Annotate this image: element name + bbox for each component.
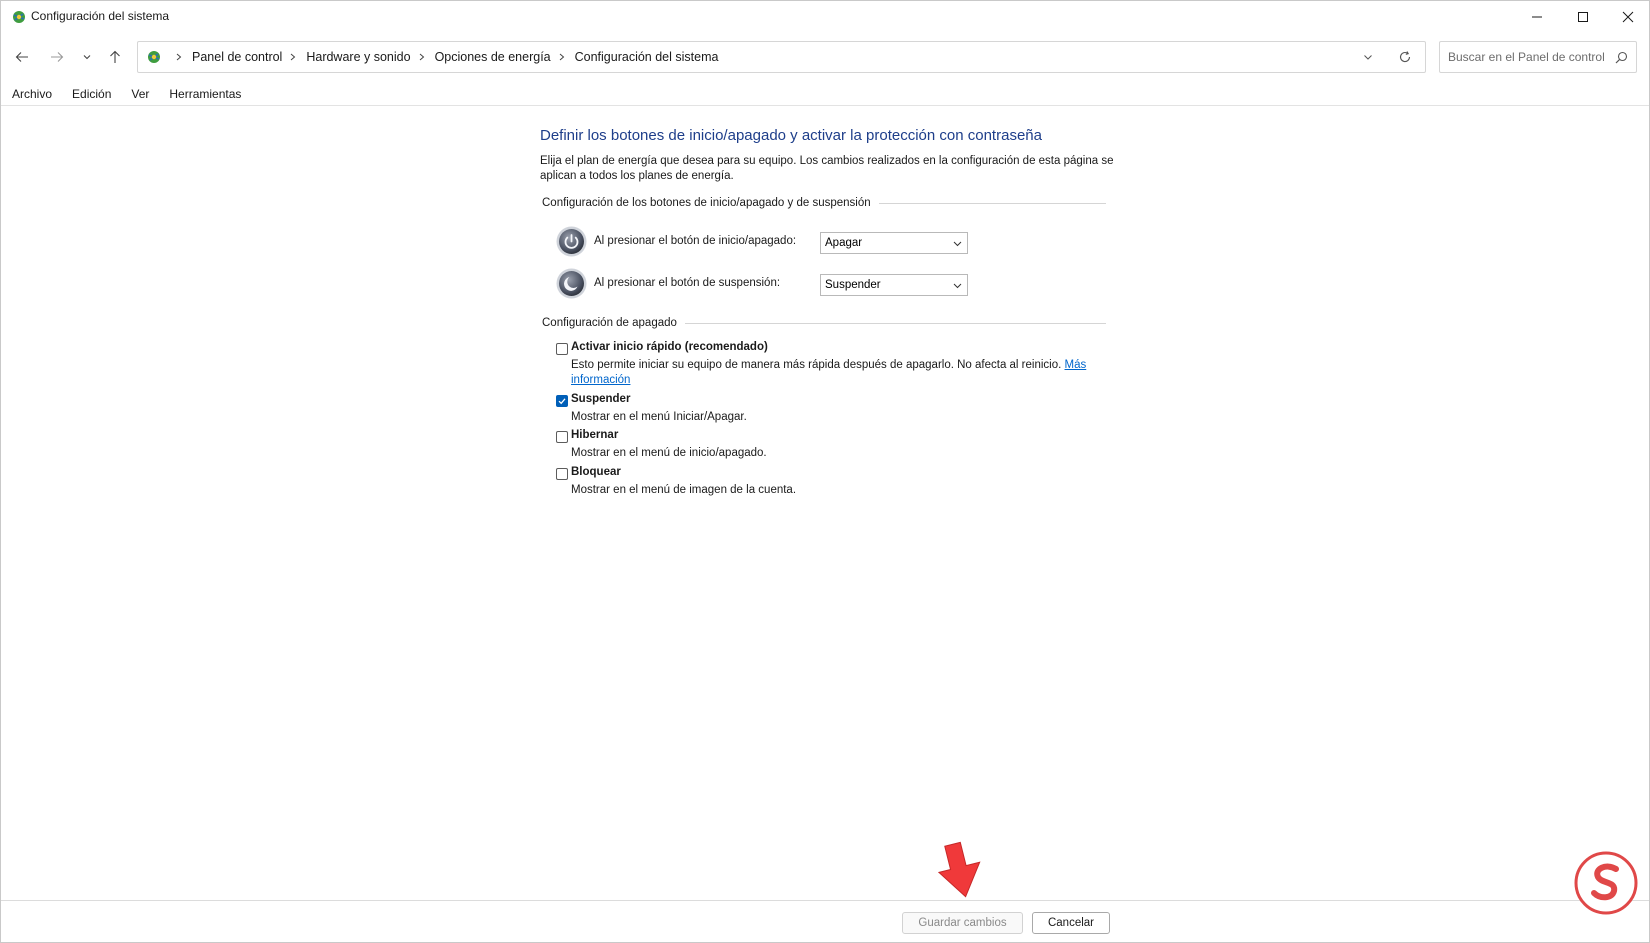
power-button-select-value: Apagar [825, 237, 863, 249]
breadcrumb-item-configuracion-del-sistema[interactable]: Configuración del sistema [575, 50, 719, 64]
search-box [1439, 41, 1637, 73]
fast-startup-description: Esto permite iniciar su equipo de manera… [571, 358, 1091, 388]
sleep-button-select-value: Suspender [825, 279, 881, 291]
shutdown-group-heading-text: Configuración de apagado [542, 317, 677, 329]
buttons-group-heading-text: Configuración de los botones de inicio/a… [542, 197, 871, 209]
watermark-logo-icon [1574, 851, 1638, 915]
refresh-icon[interactable] [1398, 50, 1412, 64]
breadcrumb-item-hardware-y-sonido[interactable]: Hardware y sonido [306, 50, 410, 64]
arrow-down-icon [937, 841, 981, 898]
minimize-button[interactable] [1514, 1, 1560, 33]
minimize-icon [1532, 16, 1542, 18]
sleep-title: Suspender [571, 393, 631, 405]
control-panel-icon [13, 11, 25, 23]
chevron-right-icon [289, 52, 299, 62]
breadcrumb: Panel de control Hardware y sonido Opcio… [168, 42, 718, 72]
maximize-button[interactable] [1560, 1, 1606, 33]
menu-herramientas[interactable]: Herramientas [159, 87, 251, 105]
divider [878, 202, 1106, 204]
search-input[interactable] [1448, 48, 1608, 66]
control-panel-icon [148, 51, 160, 63]
chevron-down-icon [953, 283, 962, 289]
footer-divider [1, 900, 1649, 901]
hibernate-title: Hibernar [571, 429, 619, 441]
sleep-button-label: Al presionar el botón de suspensión: [594, 277, 781, 289]
chevron-right-icon [558, 52, 568, 62]
window-title: Configuración del sistema [31, 9, 170, 23]
hibernate-checkbox[interactable] [556, 431, 568, 443]
menu-edicion[interactable]: Edición [62, 87, 121, 105]
close-icon [1622, 11, 1634, 23]
chevron-down-icon [83, 55, 91, 60]
menu-divider [1, 105, 1649, 106]
lock-title: Bloquear [571, 466, 621, 478]
fast-startup-title: Activar inicio rápido (recomendado) [571, 341, 768, 353]
chevron-right-icon [175, 52, 185, 62]
maximize-icon [1578, 12, 1588, 22]
up-button[interactable] [105, 47, 125, 67]
page-title: Definir los botones de inicio/apagado y … [540, 127, 1042, 144]
address-bar[interactable]: Panel de control Hardware y sonido Opcio… [137, 41, 1426, 73]
forward-button[interactable] [47, 47, 67, 67]
sleep-description: Mostrar en el menú Iniciar/Apagar. [571, 411, 747, 423]
divider [684, 322, 1106, 324]
save-changes-button[interactable]: Guardar cambios [902, 912, 1023, 934]
power-button-select[interactable]: Apagar [820, 232, 968, 254]
power-button-setting: Al presionar el botón de inicio/apagado:… [556, 225, 976, 259]
hibernate-description: Mostrar en el menú de inicio/apagado. [571, 447, 767, 459]
arrow-right-icon [51, 52, 64, 62]
arrow-up-icon [110, 50, 120, 63]
breadcrumb-item-opciones-de-energia[interactable]: Opciones de energía [435, 50, 551, 64]
cancel-button[interactable]: Cancelar [1032, 912, 1110, 934]
back-button[interactable] [12, 47, 32, 67]
sleep-checkbox[interactable] [556, 395, 568, 407]
menu-ver[interactable]: Ver [121, 87, 159, 105]
address-history-dropdown[interactable] [1362, 51, 1374, 63]
power-button-label: Al presionar el botón de inicio/apagado: [594, 235, 797, 247]
title-bar: Configuración del sistema [1, 1, 1649, 33]
lock-description: Mostrar en el menú de imagen de la cuent… [571, 484, 797, 496]
recent-locations-button[interactable] [77, 47, 97, 67]
checkmark-icon [558, 398, 566, 405]
page-description: Elija el plan de energía que desea para … [540, 155, 1114, 182]
fast-startup-checkbox[interactable] [556, 343, 568, 355]
chevron-right-icon [418, 52, 428, 62]
navigation-bar: Panel de control Hardware y sonido Opcio… [1, 39, 1649, 75]
buttons-group-heading: Configuración de los botones de inicio/a… [542, 197, 1106, 209]
moon-icon [556, 268, 587, 299]
shutdown-group-heading: Configuración de apagado [542, 317, 1106, 329]
sleep-button-select[interactable]: Suspender [820, 274, 968, 296]
lock-checkbox[interactable] [556, 468, 568, 480]
menu-archivo[interactable]: Archivo [1, 87, 62, 105]
arrow-left-icon [15, 52, 28, 62]
sleep-button-setting: Al presionar el botón de suspensión: Sus… [556, 267, 976, 301]
menu-bar: Archivo Edición Ver Herramientas [1, 87, 251, 105]
power-icon [556, 226, 587, 257]
breadcrumb-item-panel-de-control[interactable]: Panel de control [192, 50, 282, 64]
control-panel-window: Configuración del sistema Panel de contr… [0, 0, 1650, 943]
fast-startup-description-text: Esto permite iniciar su equipo de manera… [571, 359, 1062, 371]
search-icon[interactable] [1615, 51, 1628, 64]
close-button[interactable] [1605, 1, 1650, 33]
chevron-down-icon [953, 241, 962, 247]
